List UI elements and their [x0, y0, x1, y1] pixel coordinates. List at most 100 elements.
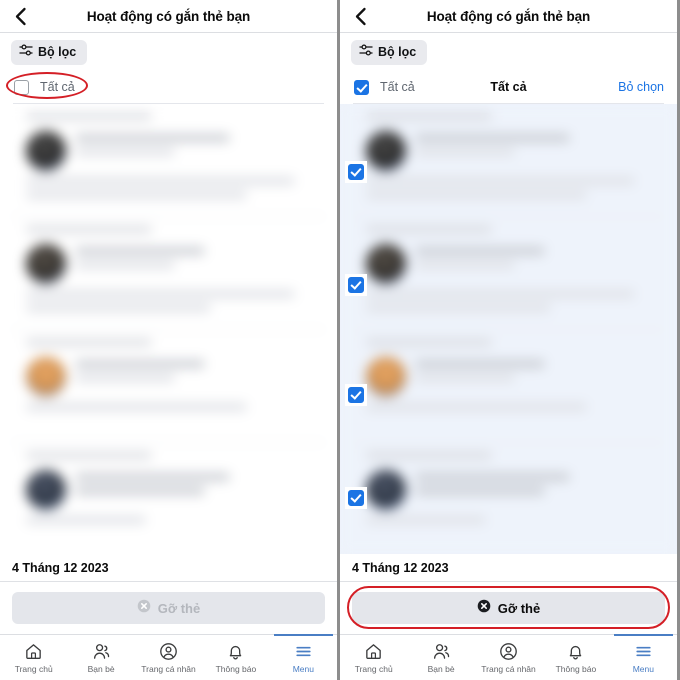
- home-icon: [24, 642, 43, 661]
- post-text-placeholder: [366, 304, 552, 312]
- post-subtitle-placeholder: [75, 487, 205, 495]
- post-text-placeholder: [366, 290, 636, 298]
- list-item[interactable]: [340, 217, 677, 329]
- post-text-placeholder: [26, 177, 296, 185]
- list-item[interactable]: [340, 330, 677, 442]
- sliders-icon: [19, 43, 33, 62]
- bottom-tab-bar: Trang chủ Bạn bè Trang cá nhân Thông báo…: [340, 634, 677, 680]
- remove-tag-button[interactable]: Gỡ thẻ: [12, 592, 325, 624]
- friends-icon: [92, 642, 111, 661]
- tab-label: Trang chủ: [14, 663, 53, 674]
- tab-label: Bạn bè: [427, 663, 455, 674]
- post-meta-placeholder: [26, 339, 152, 346]
- post-author-placeholder: [75, 247, 205, 255]
- tab-menu[interactable]: Menu: [270, 634, 337, 680]
- tab-label: Trang chủ: [354, 663, 393, 674]
- post-subtitle-placeholder: [415, 148, 515, 156]
- remove-tag-label: Gỡ thẻ: [497, 600, 541, 616]
- checkbox-box: [348, 387, 364, 403]
- select-all-checkbox[interactable]: Tất cả: [14, 79, 75, 95]
- post-text-placeholder: [366, 177, 636, 185]
- post-select-checkbox[interactable]: [345, 274, 367, 296]
- bell-icon: [226, 642, 245, 661]
- back-button[interactable]: [340, 0, 380, 33]
- post-author-placeholder: [415, 247, 545, 255]
- tab-friends[interactable]: Bạn bè: [407, 635, 474, 680]
- tab-label: Trang cá nhân: [481, 663, 536, 674]
- checkbox-box: [348, 490, 364, 506]
- deselect-all-button[interactable]: Bỏ chọn: [618, 80, 664, 94]
- bottom-tab-bar: Trang chủ Bạn bè Trang cá nhân Thông báo…: [0, 634, 337, 680]
- post-subtitle-placeholder: [415, 374, 515, 382]
- action-zone: Gỡ thẻ: [0, 582, 337, 634]
- post-author-placeholder: [75, 360, 205, 368]
- checkbox-box: [14, 79, 29, 95]
- post-meta-placeholder: [366, 226, 492, 233]
- list-item[interactable]: [0, 217, 337, 329]
- screen-before-selection: Hoạt động có gắn thẻ bạn Bộ lọc Tất cả 4…: [0, 0, 340, 680]
- remove-tag-button[interactable]: Gỡ thẻ: [352, 592, 665, 624]
- action-zone: Gỡ thẻ: [340, 582, 677, 634]
- post-text-placeholder: [26, 516, 146, 524]
- post-select-checkbox[interactable]: [345, 487, 367, 509]
- screen-after-selection: Hoạt động có gắn thẻ bạn Bộ lọc Tất cả T…: [340, 0, 680, 680]
- profile-icon: [499, 642, 518, 661]
- bell-icon: [566, 642, 585, 661]
- post-text-placeholder: [26, 191, 248, 199]
- menu-icon: [634, 642, 653, 661]
- screenshot-root: Hoạt động có gắn thẻ bạn Bộ lọc Tất cả 4…: [0, 0, 680, 680]
- filter-button[interactable]: Bộ lọc: [11, 39, 88, 65]
- filter-button[interactable]: Bộ lọc: [351, 39, 428, 65]
- tab-menu[interactable]: Menu: [610, 634, 677, 680]
- avatar: [366, 470, 406, 510]
- avatar: [366, 357, 406, 397]
- list-item[interactable]: [0, 443, 337, 554]
- back-button[interactable]: [0, 0, 40, 33]
- list-item[interactable]: [0, 330, 337, 442]
- date-separator: 4 Tháng 12 2023: [340, 554, 677, 582]
- filter-bar: Bộ lọc: [0, 33, 337, 71]
- tab-home[interactable]: Trang chủ: [340, 635, 407, 680]
- post-text-placeholder: [26, 290, 296, 298]
- friends-icon: [432, 642, 451, 661]
- remove-tag-label: Gỡ thẻ: [157, 600, 201, 616]
- page-title: Hoạt động có gắn thẻ bạn: [86, 8, 251, 24]
- post-author-placeholder: [75, 473, 230, 481]
- date-separator: 4 Tháng 12 2023: [0, 554, 337, 582]
- tab-label: Menu: [292, 663, 314, 674]
- filter-label: Bộ lọc: [38, 45, 77, 59]
- checkbox-box: [354, 79, 369, 95]
- select-all-label: Tất cả: [380, 80, 415, 94]
- avatar: [26, 131, 66, 171]
- list-item[interactable]: [340, 443, 677, 554]
- sliders-icon: [359, 43, 373, 62]
- post-author-placeholder: [415, 473, 570, 481]
- post-author-placeholder: [75, 134, 230, 142]
- post-text-placeholder: [366, 516, 486, 524]
- post-meta-placeholder: [366, 339, 492, 346]
- tab-notifications[interactable]: Thông báo: [202, 635, 269, 680]
- post-subtitle-placeholder: [75, 148, 175, 156]
- tab-profile[interactable]: Trang cá nhân: [135, 635, 202, 680]
- checkbox-box: [348, 277, 364, 293]
- post-select-checkbox[interactable]: [345, 161, 367, 183]
- date-label: 4 Tháng 12 2023: [12, 560, 109, 575]
- post-meta-placeholder: [366, 113, 492, 120]
- post-select-checkbox[interactable]: [345, 384, 367, 406]
- post-subtitle-placeholder: [415, 487, 545, 495]
- tagged-activity-list[interactable]: [0, 104, 337, 554]
- post-meta-placeholder: [26, 452, 152, 459]
- date-label: 4 Tháng 12 2023: [352, 560, 449, 575]
- select-all-checkbox[interactable]: Tất cả: [354, 79, 415, 95]
- tab-friends[interactable]: Bạn bè: [67, 635, 134, 680]
- menu-icon: [294, 642, 313, 661]
- tab-profile[interactable]: Trang cá nhân: [475, 635, 542, 680]
- tab-label: Menu: [632, 663, 654, 674]
- tab-notifications[interactable]: Thông báo: [542, 635, 609, 680]
- tab-home[interactable]: Trang chủ: [0, 635, 67, 680]
- circle-x-icon: [477, 599, 491, 618]
- list-item[interactable]: [0, 104, 337, 216]
- list-item[interactable]: [340, 104, 677, 216]
- filter-label: Bộ lọc: [378, 45, 417, 59]
- tagged-activity-list[interactable]: [340, 104, 677, 554]
